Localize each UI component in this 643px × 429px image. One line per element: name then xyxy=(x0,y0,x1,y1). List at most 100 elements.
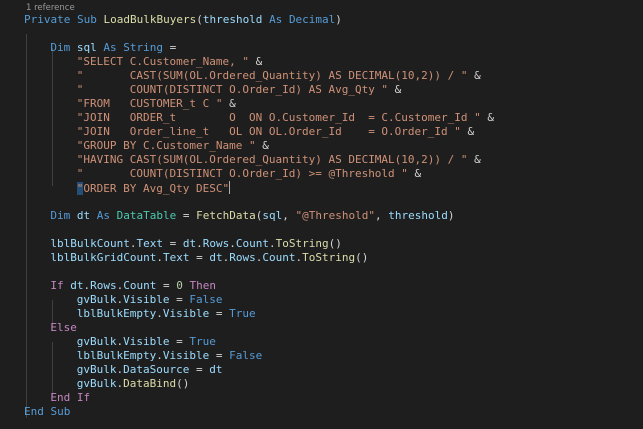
code-token: Decimal xyxy=(288,13,336,26)
code-line[interactable]: gvBulk.DataBind() xyxy=(77,377,190,391)
code-token: () xyxy=(355,251,369,264)
code-token: gvBulk xyxy=(76,293,117,306)
code-token: False xyxy=(229,349,263,362)
code-token: = xyxy=(176,209,197,222)
codelens-references[interactable]: 1 reference xyxy=(26,3,75,13)
code-token: & xyxy=(388,83,402,96)
code-line[interactable]: End Sub xyxy=(24,405,70,419)
code-token: "@Threshold" xyxy=(295,209,375,222)
code-token: String xyxy=(123,41,164,54)
code-token: Visible xyxy=(123,335,170,348)
code-token: dt xyxy=(209,251,223,264)
code-token: Rows xyxy=(202,237,230,250)
code-token: Private Sub xyxy=(24,13,104,26)
code-token: Rows xyxy=(90,279,117,292)
code-token: sql xyxy=(76,41,97,54)
code-token: & xyxy=(255,139,269,152)
code-token: ToString xyxy=(302,251,356,264)
code-line[interactable]: "JOIN ORDER_t O ON O.Customer_Id = C.Cus… xyxy=(77,111,494,125)
code-line[interactable]: "GROUP BY C.Customer_Name " & xyxy=(77,139,269,153)
code-token: = xyxy=(169,293,190,306)
code-token: ( xyxy=(196,13,203,26)
code-token: & xyxy=(222,97,236,110)
code-token: False xyxy=(189,293,223,306)
code-token: & xyxy=(248,55,263,68)
code-token: dt xyxy=(76,209,91,222)
code-line[interactable]: "HAVING CAST(SUM(OL.Ordered_Quantity) AS… xyxy=(77,153,481,167)
code-token: Count xyxy=(123,279,157,292)
code-token: LoadBulkBuyers xyxy=(103,13,197,26)
code-token: () xyxy=(176,377,190,390)
code-token: "FROM CUSTOMER_t C " xyxy=(76,97,223,110)
code-token: & xyxy=(467,153,481,166)
code-line[interactable]: lblBulkEmpty.Visible = False xyxy=(77,349,262,363)
code-line[interactable]: lblBulkEmpty.Visible = True xyxy=(77,307,256,321)
code-token: . xyxy=(156,251,163,264)
code-token: ToString xyxy=(275,237,329,250)
code-line[interactable]: "JOIN Order_line_t OL ON OL.Order_Id = O… xyxy=(77,125,474,139)
code-line[interactable]: Dim dt As DataTable = FetchData(sql, "@T… xyxy=(50,209,454,223)
code-token: dt xyxy=(182,237,197,250)
code-line[interactable]: Else xyxy=(50,321,77,335)
code-token: , xyxy=(374,209,389,222)
code-token: lblBulkEmpty xyxy=(76,307,157,320)
code-token: True xyxy=(189,335,216,348)
code-token: " COUNT(DISTINCT O.Order_Id) >= @Thresho… xyxy=(76,167,408,180)
code-token: . xyxy=(229,237,236,250)
code-line[interactable]: " CAST(SUM(OL.Ordered_Quantity) AS DECIM… xyxy=(77,69,481,83)
code-token: gvBulk xyxy=(76,377,117,390)
code-token: dt xyxy=(209,363,223,376)
code-token: "GROUP BY C.Customer_Name " xyxy=(76,139,256,152)
code-line[interactable]: "ORDER BY Avg_Qty DESC" xyxy=(76,181,231,195)
code-token: threshold xyxy=(388,209,448,222)
code-token: Count xyxy=(235,237,269,250)
code-line[interactable]: " COUNT(DISTINCT O.Order_Id) >= @Thresho… xyxy=(77,167,421,181)
code-token: = xyxy=(169,335,190,348)
code-token: () xyxy=(328,237,342,250)
code-line[interactable]: Private Sub LoadBulkBuyers(threshold As … xyxy=(24,13,342,27)
code-token: Visible xyxy=(162,307,210,320)
code-line[interactable]: If dt.Rows.Count = 0 Then xyxy=(50,279,216,293)
code-token: = xyxy=(163,41,177,54)
code-token: & xyxy=(480,111,495,124)
code-token: Text xyxy=(162,251,190,264)
code-line[interactable]: End If xyxy=(50,391,90,405)
code-line[interactable]: lblBulkGridCount.Text = dt.Rows.Count.To… xyxy=(50,251,368,265)
code-token: Else xyxy=(50,321,77,334)
code-token: Dim xyxy=(50,209,77,222)
code-line[interactable]: " COUNT(DISTINCT O.Order_Id) AS Avg_Qty … xyxy=(77,83,402,97)
code-token: DataSource xyxy=(123,363,190,376)
code-line[interactable]: gvBulk.Visible = False xyxy=(77,293,223,307)
code-line[interactable]: "FROM CUSTOMER_t C " & xyxy=(77,97,236,111)
code-token: ) xyxy=(447,209,455,222)
code-line[interactable]: lblBulkCount.Text = dt.Rows.Count.ToStri… xyxy=(50,237,341,251)
code-token: " COUNT(DISTINCT O.Order_Id) AS Avg_Qty … xyxy=(76,83,389,96)
code-token: . xyxy=(156,349,163,362)
code-token: End If xyxy=(50,391,91,404)
code-token: threshold xyxy=(202,13,263,26)
code-token: . xyxy=(129,237,137,250)
code-token: Text xyxy=(136,237,164,250)
code-token: gvBulk xyxy=(76,363,117,376)
code-token: , xyxy=(282,209,296,222)
code-editor[interactable]: 1 reference Private Sub LoadBulkBuyers(t… xyxy=(0,0,643,429)
code-line[interactable]: "SELECT C.Customer_Name, " & xyxy=(77,55,262,69)
indent-guide-else xyxy=(52,342,53,398)
code-token: & xyxy=(467,69,481,82)
text-cursor xyxy=(229,181,231,194)
code-line[interactable]: gvBulk.DataSource = dt xyxy=(77,363,223,377)
code-token: Visible xyxy=(123,293,170,306)
code-token: . xyxy=(269,237,276,250)
code-token: lblBulkCount xyxy=(50,237,130,250)
code-line[interactable]: Dim sql As String = xyxy=(50,41,176,55)
code-token: = xyxy=(163,237,183,250)
code-token: & xyxy=(460,125,475,138)
code-line[interactable]: gvBulk.Visible = True xyxy=(77,335,216,349)
code-token: lblBulkEmpty xyxy=(76,349,157,362)
code-token: As xyxy=(103,41,117,54)
code-token: = xyxy=(209,307,230,320)
code-token: " CAST(SUM(OL.Ordered_Quantity) AS DECIM… xyxy=(76,69,468,82)
code-token: ) xyxy=(335,13,342,26)
